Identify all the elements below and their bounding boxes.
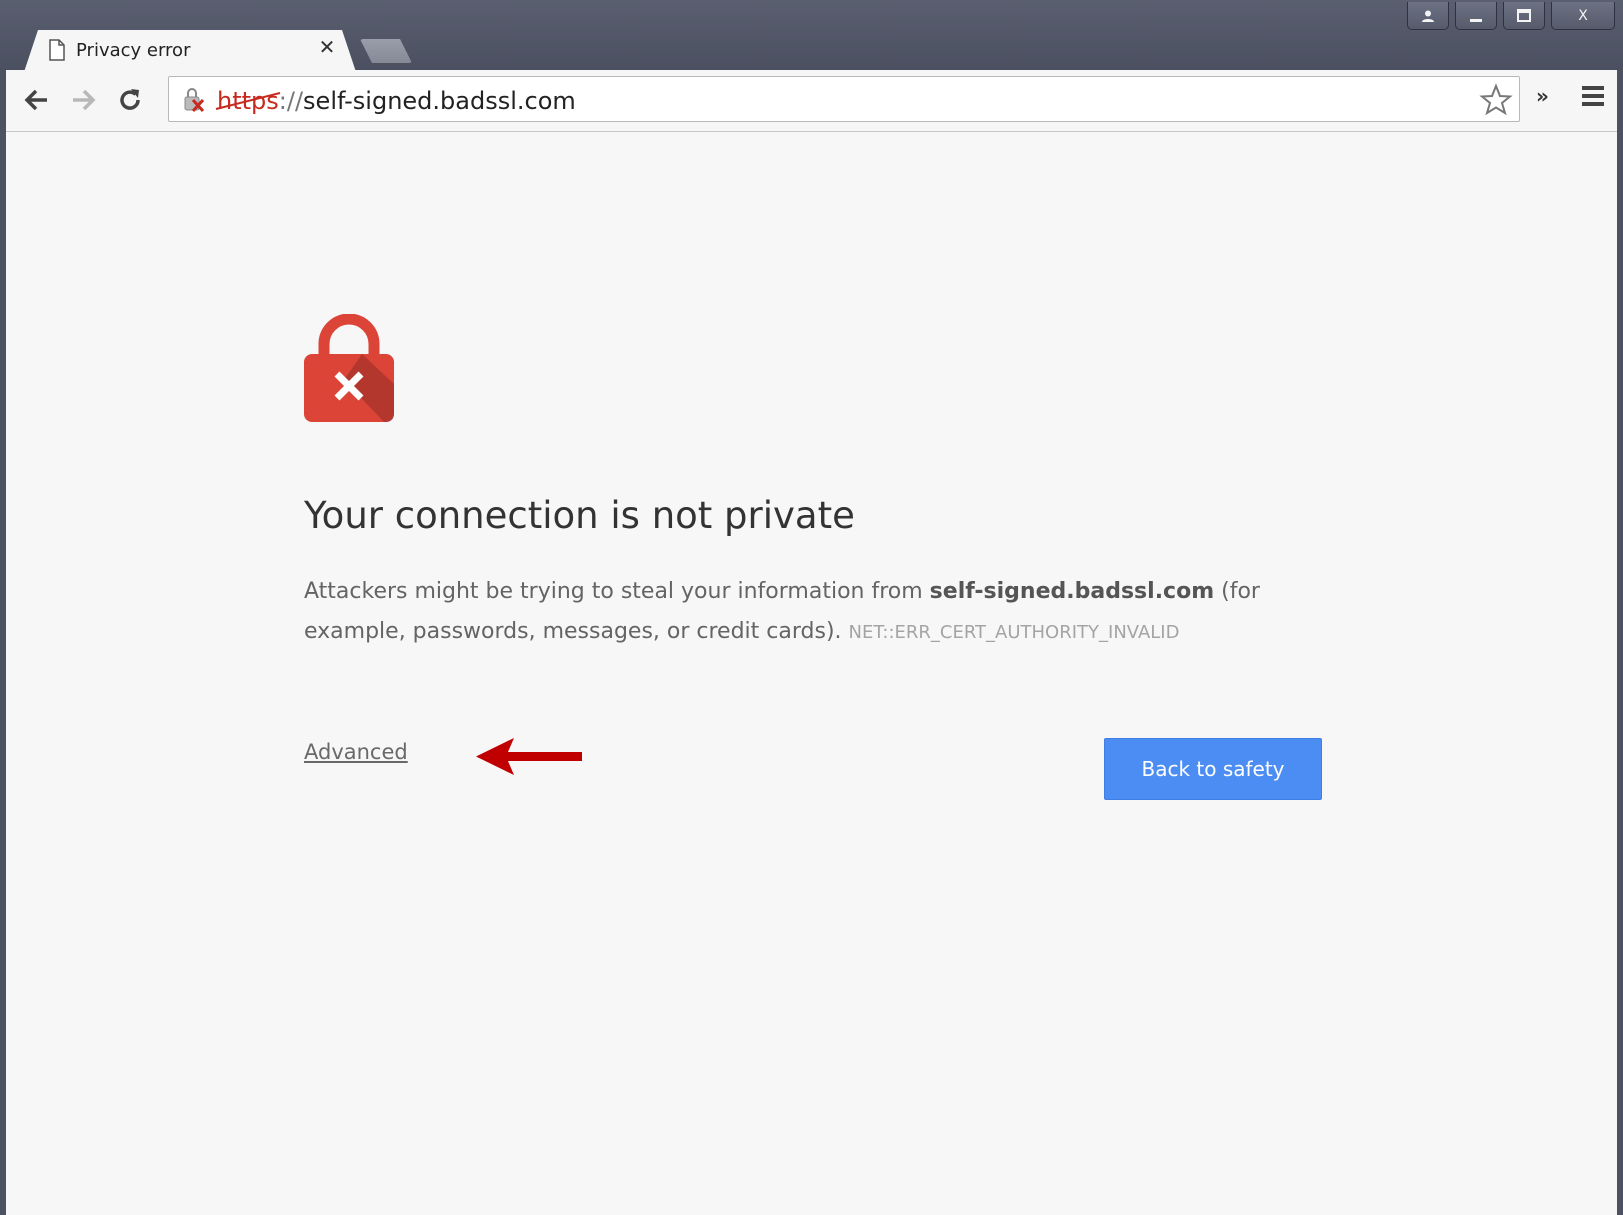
arrow-right-icon	[73, 89, 96, 111]
tab-privacy-error[interactable]: Privacy error ✕	[24, 30, 356, 72]
explanation-text: Attackers might be trying to steal your …	[304, 572, 1264, 653]
reload-button[interactable]	[112, 82, 148, 118]
url-text[interactable]: https://self-signed.badssl.com	[217, 87, 576, 115]
forward-button[interactable]	[66, 82, 102, 118]
broken-lock-icon	[184, 88, 205, 113]
window-controls: X	[1407, 2, 1615, 30]
error-code: NET::ERR_CERT_AUTHORITY_INVALID	[848, 622, 1180, 643]
extensions-overflow-icon[interactable]: »	[1536, 84, 1549, 108]
page-icon	[49, 39, 65, 61]
new-tab-button[interactable]	[360, 39, 412, 63]
browser-window: X Privacy error ✕ https://self-signed.ba…	[0, 0, 1623, 1215]
page-content: Your connection is not private Attackers…	[6, 132, 1617, 1215]
arrow-left-icon	[476, 738, 582, 775]
profile-button[interactable]	[1407, 2, 1449, 30]
maximize-button[interactable]	[1503, 2, 1545, 30]
red-lock-icon	[304, 314, 394, 422]
minimize-button[interactable]	[1455, 2, 1497, 30]
explanation-host: self-signed.badssl.com	[929, 579, 1215, 604]
page-title: Your connection is not private	[304, 494, 855, 537]
back-to-safety-button[interactable]: Back to safety	[1104, 738, 1322, 800]
menu-icon[interactable]	[1580, 82, 1606, 110]
title-bar: X Privacy error ✕	[0, 0, 1623, 72]
url-separator: ://	[278, 87, 304, 115]
close-window-button[interactable]: X	[1551, 2, 1615, 30]
reload-icon	[120, 89, 140, 110]
back-button[interactable]	[18, 82, 54, 118]
address-bar[interactable]: https://self-signed.badssl.com	[168, 76, 1520, 122]
person-icon	[1422, 10, 1434, 22]
tab-title: Privacy error	[76, 40, 191, 61]
url-host: self-signed.badssl.com	[303, 87, 576, 115]
close-window-label: X	[1578, 7, 1588, 24]
url-scheme: https	[217, 87, 279, 115]
advanced-link[interactable]: Advanced	[304, 740, 408, 764]
star-icon[interactable]	[1479, 83, 1513, 117]
tab-close-icon[interactable]: ✕	[316, 36, 338, 58]
minimize-icon	[1470, 18, 1482, 22]
toolbar: https://self-signed.badssl.com »	[6, 70, 1617, 132]
explanation-prefix: Attackers might be trying to steal your …	[304, 579, 930, 604]
maximize-icon	[1517, 8, 1531, 22]
arrow-left-icon	[24, 89, 47, 111]
